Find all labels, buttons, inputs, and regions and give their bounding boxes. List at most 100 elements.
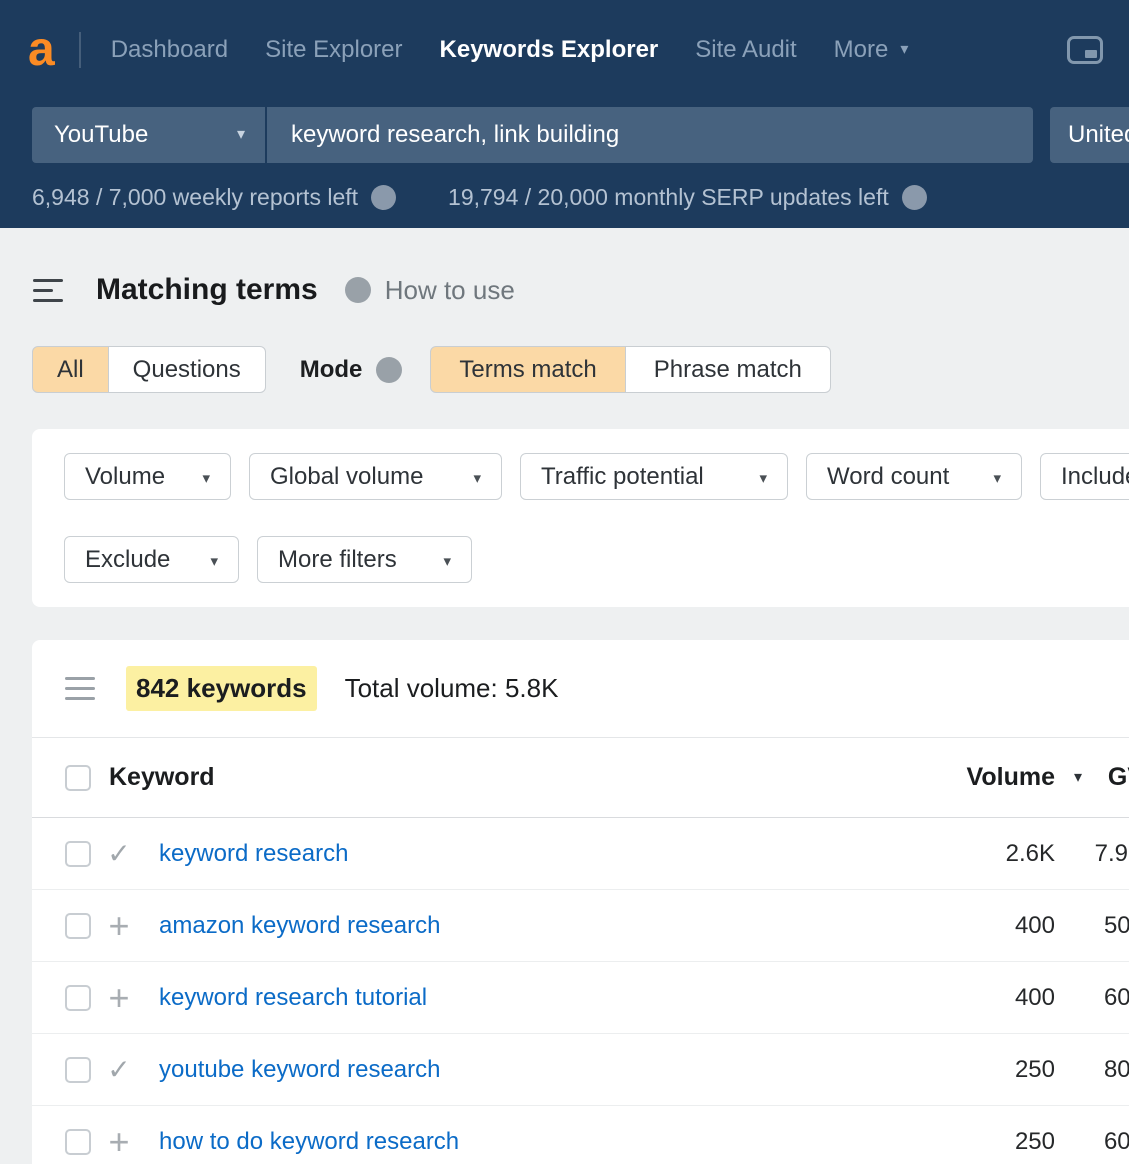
added-check-icon[interactable] xyxy=(107,840,130,868)
column-header-gv[interactable]: GV xyxy=(1108,763,1129,792)
nav-item-dashboard[interactable]: Dashboard xyxy=(111,36,228,64)
gv-value: 500 xyxy=(1104,912,1129,940)
add-plus-icon[interactable] xyxy=(108,1124,129,1160)
help-icon[interactable] xyxy=(902,185,927,210)
added-check-icon[interactable] xyxy=(107,1056,130,1084)
volume-value: 400 xyxy=(1015,984,1055,1012)
keyword-count-badge: 842 keywords xyxy=(126,666,317,711)
top-header: a Dashboard Site Explorer Keywords Explo… xyxy=(0,0,1129,228)
more-label: More xyxy=(834,36,889,64)
row-checkbox[interactable] xyxy=(65,985,91,1011)
row-checkbox[interactable] xyxy=(65,841,91,867)
serp-updates-text: 19,794 / 20,000 monthly SERP updates lef… xyxy=(448,184,889,211)
filter-volume-label: Volume xyxy=(85,463,165,491)
search-engine-select[interactable]: YouTube xyxy=(32,107,265,163)
nav-item-keywords-explorer[interactable]: Keywords Explorer xyxy=(440,36,659,64)
filters-row-1: Volume Global volume Traffic potential W… xyxy=(64,453,1129,500)
keyword-link[interactable]: amazon keyword research xyxy=(147,912,440,940)
ahrefs-logo[interactable]: a xyxy=(28,28,55,71)
reports-menu-icon[interactable] xyxy=(33,279,63,302)
primary-nav: a Dashboard Site Explorer Keywords Explo… xyxy=(0,0,1129,100)
chevron-down-icon xyxy=(202,471,210,486)
help-icon[interactable] xyxy=(345,277,371,303)
help-icon[interactable] xyxy=(371,185,396,210)
total-volume-text: Total volume: 5.8K xyxy=(345,673,559,704)
gv-value: 7.9K xyxy=(1095,840,1129,868)
weekly-reports-text: 6,948 / 7,000 weekly reports left xyxy=(32,184,358,211)
help-icon[interactable] xyxy=(376,357,402,383)
chevron-down-icon xyxy=(443,554,451,569)
keyword-link[interactable]: youtube keyword research xyxy=(147,1056,440,1084)
filter-volume-button[interactable]: Volume xyxy=(64,453,231,500)
tab-phrase-match[interactable]: Phrase match xyxy=(626,346,831,393)
filter-include-button[interactable]: Include xyxy=(1040,453,1129,500)
keyword-link[interactable]: how to do keyword research xyxy=(147,1128,459,1156)
table-row: youtube keyword research 250 800 xyxy=(32,1034,1129,1106)
filter-global-volume-button[interactable]: Global volume xyxy=(249,453,502,500)
filter-traffic-potential-label: Traffic potential xyxy=(541,463,704,491)
select-all-checkbox[interactable] xyxy=(65,765,91,791)
gv-value: 800 xyxy=(1104,1056,1129,1084)
search-engine-value: YouTube xyxy=(54,121,148,149)
column-header-volume[interactable]: Volume xyxy=(967,763,1055,792)
search-bar: YouTube United xyxy=(32,107,1129,163)
nav-item-more[interactable]: More xyxy=(834,36,909,64)
volume-value: 2.6K xyxy=(1006,840,1055,868)
filter-traffic-potential-button[interactable]: Traffic potential xyxy=(520,453,788,500)
table-row: amazon keyword research 400 500 xyxy=(32,890,1129,962)
app-window-dot xyxy=(1085,50,1097,58)
keywords-input[interactable] xyxy=(267,107,1033,163)
sort-desc-icon xyxy=(1074,770,1082,786)
more-filters-label: More filters xyxy=(278,546,397,574)
volume-value: 250 xyxy=(1015,1056,1055,1084)
results-panel: 842 keywords Total volume: 5.8K Keyword … xyxy=(32,640,1129,1164)
quota-info: 6,948 / 7,000 weekly reports left 19,794… xyxy=(32,184,1129,211)
mode-label: Mode xyxy=(300,356,363,384)
filter-exclude-button[interactable]: Exclude xyxy=(64,536,239,583)
tabs-row: All Questions Mode Terms match Phrase ma… xyxy=(32,346,1129,393)
app-root: a Dashboard Site Explorer Keywords Explo… xyxy=(0,0,1129,1164)
tab-all[interactable]: All xyxy=(32,346,109,393)
column-header-keyword: Keyword xyxy=(109,763,935,792)
how-to-use-link[interactable]: How to use xyxy=(385,275,515,306)
list-menu-icon[interactable] xyxy=(65,677,95,700)
table-row: keyword research 2.6K 7.9K xyxy=(32,818,1129,890)
nav-item-site-explorer[interactable]: Site Explorer xyxy=(265,36,402,64)
weekly-reports-quota: 6,948 / 7,000 weekly reports left xyxy=(32,184,396,211)
filter-global-volume-label: Global volume xyxy=(270,463,423,491)
keyword-link[interactable]: keyword research xyxy=(147,840,348,868)
chevron-down-icon xyxy=(993,471,1001,486)
table-row: how to do keyword research 250 600 xyxy=(32,1106,1129,1164)
tab-terms-match[interactable]: Terms match xyxy=(430,346,625,393)
chevron-down-icon xyxy=(759,471,767,486)
filter-word-count-button[interactable]: Word count xyxy=(806,453,1022,500)
app-window-icon[interactable] xyxy=(1067,36,1103,64)
volume-value: 400 xyxy=(1015,912,1055,940)
row-checkbox[interactable] xyxy=(65,1129,91,1155)
tab-questions[interactable]: Questions xyxy=(109,346,266,393)
keyword-link[interactable]: keyword research tutorial xyxy=(147,984,427,1012)
serp-updates-quota: 19,794 / 20,000 monthly SERP updates lef… xyxy=(448,184,927,211)
nav-menu: Dashboard Site Explorer Keywords Explore… xyxy=(111,36,909,64)
filter-word-count-label: Word count xyxy=(827,463,949,491)
more-filters-button[interactable]: More filters xyxy=(257,536,472,583)
match-mode-toggle: Terms match Phrase match xyxy=(430,346,830,393)
filter-include-label: Include xyxy=(1061,463,1129,491)
filters-row-2: Exclude More filters xyxy=(64,536,1129,583)
volume-header-label: Volume xyxy=(967,763,1055,791)
filters-panel: Volume Global volume Traffic potential W… xyxy=(32,429,1129,607)
country-select[interactable]: United xyxy=(1050,107,1129,163)
nav-item-site-audit[interactable]: Site Audit xyxy=(695,36,796,64)
chevron-down-icon xyxy=(210,554,218,569)
results-header: 842 keywords Total volume: 5.8K xyxy=(32,640,1129,738)
volume-value: 250 xyxy=(1015,1128,1055,1156)
row-checkbox[interactable] xyxy=(65,1057,91,1083)
chevron-down-icon xyxy=(900,42,908,58)
page-title: Matching terms xyxy=(96,273,318,307)
gv-value: 600 xyxy=(1104,1128,1129,1156)
title-row: Matching terms How to use xyxy=(0,228,1129,312)
table-header-row: Keyword Volume GV xyxy=(32,738,1129,818)
add-plus-icon[interactable] xyxy=(108,980,129,1016)
row-checkbox[interactable] xyxy=(65,913,91,939)
add-plus-icon[interactable] xyxy=(108,908,129,944)
